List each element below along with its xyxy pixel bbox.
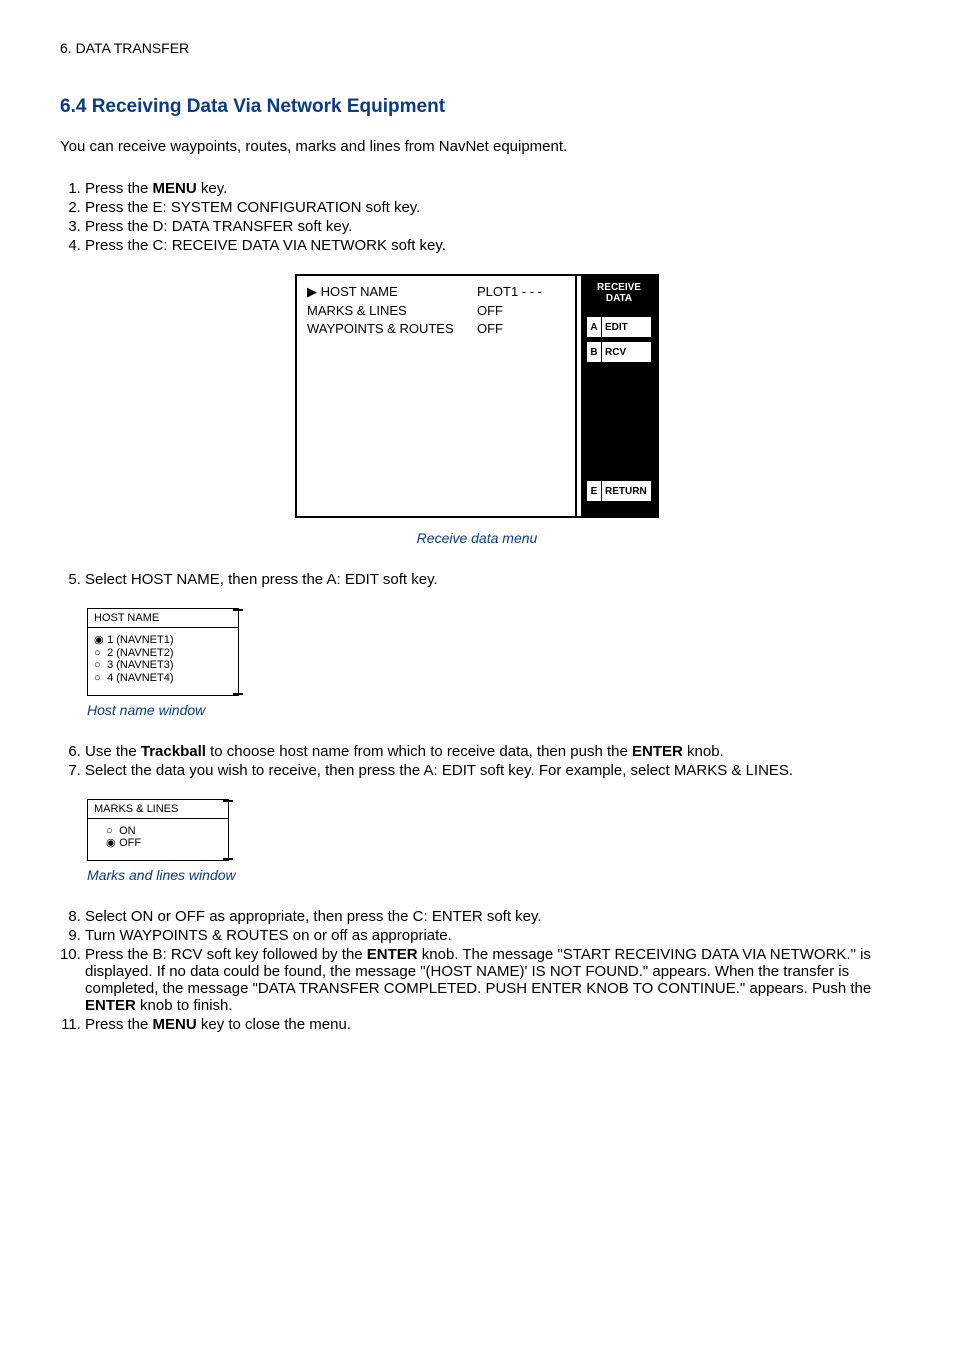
option-text: 3 (NAVNET3): [107, 659, 173, 671]
softkey-label: RETURN: [602, 481, 651, 501]
hostname-window: HOST NAME 1 (NAVNET1) 2 (NAVNET2) 3 (NAV…: [87, 608, 239, 696]
step-text: Press the B: RCV soft key followed by th…: [85, 946, 367, 963]
step-bold: ENTER: [85, 997, 136, 1014]
figure-caption: Receive data menu: [60, 530, 894, 546]
step-11: Press the MENU key to close the menu.: [85, 1016, 894, 1033]
row-value: OFF: [477, 321, 503, 336]
radio-selected-icon: [94, 634, 104, 647]
screen-row: ▶ HOST NAME PLOT1 - - -: [307, 284, 565, 300]
steps-list-c: Use the Trackball to choose host name fr…: [60, 743, 894, 779]
radio-selected-icon: [106, 837, 116, 850]
step-text: Press the: [85, 180, 153, 197]
figure-caption: Marks and lines window: [87, 867, 894, 883]
option-text: 4 (NAVNET4): [107, 672, 173, 684]
step-3: Press the D: DATA TRANSFER soft key.: [85, 218, 894, 235]
softkey-panel: RECEIVE DATA A EDIT B RCV E RETURN: [581, 276, 657, 516]
marks-option[interactable]: ON: [106, 825, 222, 838]
step-text: key.: [197, 180, 228, 197]
figure-caption: Host name window: [87, 702, 894, 718]
softkey-label: RCV: [602, 342, 651, 362]
row-value: PLOT1 - - -: [477, 284, 542, 300]
section-title: 6.4 Receiving Data Via Network Equipment: [60, 96, 894, 118]
screen-row: WAYPOINTS & ROUTES OFF: [307, 321, 565, 336]
softkey-letter: E: [587, 481, 602, 501]
option-text: 1 (NAVNET1): [107, 634, 173, 646]
step-text: Press the: [85, 1016, 153, 1033]
screen-content-area: ▶ HOST NAME PLOT1 - - - MARKS & LINES OF…: [297, 276, 577, 516]
softkey-letter: B: [587, 342, 602, 362]
step-8: Select ON or OFF as appropriate, then pr…: [85, 908, 894, 925]
step-text: Select HOST NAME, then press the A: EDIT…: [85, 571, 438, 588]
softkey-b-rcv[interactable]: B RCV: [587, 342, 651, 362]
mini-body: 1 (NAVNET1) 2 (NAVNET2) 3 (NAVNET3) 4 (N…: [88, 628, 238, 695]
radio-empty-icon: [94, 647, 104, 660]
softkey-label: EDIT: [602, 317, 651, 337]
step-text: key to close the menu.: [197, 1016, 351, 1033]
panel-title-line: RECEIVE: [597, 282, 641, 293]
step-1: Press the MENU key.: [85, 180, 894, 197]
row-label: WAYPOINTS & ROUTES: [307, 321, 477, 336]
step-text: knob to finish.: [136, 997, 233, 1014]
steps-list-a: Press the MENU key. Press the E: SYSTEM …: [60, 180, 894, 254]
radio-empty-icon: [94, 672, 104, 685]
step-bold: ENTER: [632, 743, 683, 760]
step-6: Use the Trackball to choose host name fr…: [85, 743, 894, 760]
step-bold: ENTER: [367, 946, 418, 963]
receive-data-screen: ▶ HOST NAME PLOT1 - - - MARKS & LINES OF…: [295, 274, 659, 518]
screen-row: MARKS & LINES OFF: [307, 303, 565, 318]
step-text: Press the C: RECEIVE DATA VIA NETWORK so…: [85, 237, 446, 254]
intro-text: You can receive waypoints, routes, marks…: [60, 138, 894, 155]
option-text: ON: [119, 825, 136, 837]
marks-lines-window: MARKS & LINES ON OFF: [87, 799, 229, 861]
mini-body: ON OFF: [88, 819, 228, 860]
step-5: Select HOST NAME, then press the A: EDIT…: [85, 571, 894, 588]
step-4: Press the C: RECEIVE DATA VIA NETWORK so…: [85, 237, 894, 254]
step-10: Press the B: RCV soft key followed by th…: [85, 946, 894, 1014]
step-text: Select the data you wish to receive, the…: [85, 762, 793, 779]
step-bold: MENU: [153, 1016, 197, 1033]
marks-option[interactable]: OFF: [106, 837, 222, 850]
step-text: Turn WAYPOINTS & ROUTES on or off as app…: [85, 927, 452, 944]
step-text: Press the E: SYSTEM CONFIGURATION soft k…: [85, 199, 420, 216]
mini-title: HOST NAME: [88, 609, 238, 628]
step-bold: MENU: [153, 180, 197, 197]
step-text: Use the: [85, 743, 141, 760]
row-label: ▶ HOST NAME: [307, 284, 477, 300]
step-bold: Trackball: [141, 743, 206, 760]
step-9: Turn WAYPOINTS & ROUTES on or off as app…: [85, 927, 894, 944]
host-option[interactable]: 4 (NAVNET4): [94, 672, 232, 685]
page-header: 6. DATA TRANSFER: [60, 40, 894, 56]
option-text: OFF: [119, 837, 141, 849]
softkey-a-edit[interactable]: A EDIT: [587, 317, 651, 337]
radio-empty-icon: [106, 825, 116, 838]
panel-title: RECEIVE DATA: [581, 276, 657, 312]
step-7: Select the data you wish to receive, the…: [85, 762, 894, 779]
panel-title-line: DATA: [606, 293, 632, 304]
steps-list-d: Select ON or OFF as appropriate, then pr…: [60, 908, 894, 1033]
row-value: OFF: [477, 303, 503, 318]
mini-title: MARKS & LINES: [88, 800, 228, 819]
step-text: Press the D: DATA TRANSFER soft key.: [85, 218, 352, 235]
host-option[interactable]: 1 (NAVNET1): [94, 634, 232, 647]
softkey-e-return[interactable]: E RETURN: [587, 481, 651, 501]
step-text: Select ON or OFF as appropriate, then pr…: [85, 908, 542, 925]
host-option[interactable]: 3 (NAVNET3): [94, 659, 232, 672]
softkey-letter: A: [587, 317, 602, 337]
option-text: 2 (NAVNET2): [107, 647, 173, 659]
host-option[interactable]: 2 (NAVNET2): [94, 647, 232, 660]
step-2: Press the E: SYSTEM CONFIGURATION soft k…: [85, 199, 894, 216]
radio-empty-icon: [94, 659, 104, 672]
steps-list-b: Select HOST NAME, then press the A: EDIT…: [60, 571, 894, 588]
row-label: MARKS & LINES: [307, 303, 477, 318]
step-text: to choose host name from which to receiv…: [206, 743, 632, 760]
step-text: knob.: [683, 743, 724, 760]
